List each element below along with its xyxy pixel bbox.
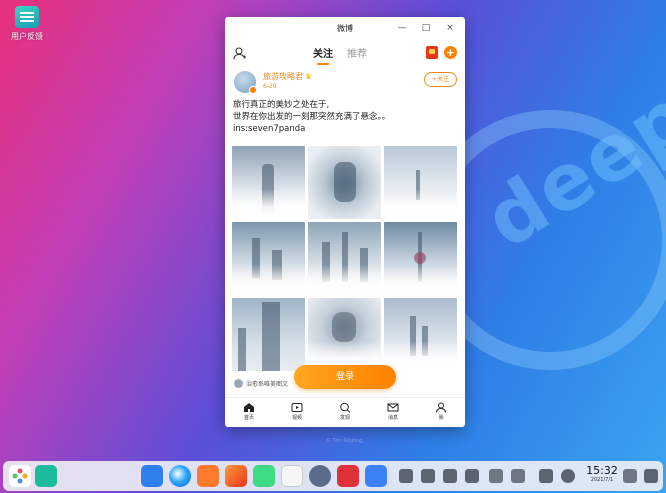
compose-plus-button[interactable]: +	[444, 46, 457, 59]
desktop-icon-label: 用户反馈	[11, 32, 43, 41]
post-photo[interactable]	[384, 298, 457, 371]
calendar-icon[interactable]	[281, 465, 303, 487]
post-photo[interactable]	[232, 298, 305, 371]
bottom-nav: 首页 视频 发现 消息 我	[225, 397, 465, 427]
trash-icon[interactable]	[623, 469, 637, 483]
post-photo[interactable]	[308, 298, 381, 371]
video-icon	[291, 403, 303, 412]
post-topic[interactable]: 治愈系唯美图文	[234, 379, 288, 388]
follow-button[interactable]: +关注	[424, 72, 457, 87]
power-icon[interactable]	[561, 469, 575, 483]
volume-icon[interactable]	[443, 469, 457, 483]
maximize-button[interactable]: □	[415, 21, 437, 35]
desktop-icon-feedback[interactable]: 用户反馈	[10, 6, 44, 42]
post-text-line: 旅行真正的美妙之处在于,	[233, 100, 330, 110]
clock[interactable]: 15:32 2021/7/1	[583, 464, 621, 484]
photo-grid	[232, 146, 459, 371]
launcher-icon[interactable]	[9, 465, 31, 487]
nav-home-label: 首页	[243, 415, 254, 421]
feedback-app-icon	[15, 6, 39, 28]
post-photo[interactable]	[232, 146, 305, 219]
nav-messages[interactable]: 消息	[369, 398, 417, 427]
post-text-line: ins:seven7panda	[233, 124, 306, 134]
post-time: 6-29	[263, 83, 277, 90]
post-photo[interactable]	[384, 222, 457, 295]
nav-discover-label: 发现	[339, 415, 350, 421]
verified-badge-icon	[249, 86, 257, 94]
clock-date: 2021/7/1	[590, 477, 614, 483]
profile-icon	[436, 402, 446, 413]
close-button[interactable]: ×	[439, 21, 461, 35]
wallpaper-caption: © Tim Ribbing	[326, 438, 363, 444]
weibo-app-icon[interactable]	[365, 465, 387, 487]
pen-icon[interactable]	[465, 469, 479, 483]
nav-profile[interactable]: 我	[417, 398, 465, 427]
search-icon	[340, 402, 351, 413]
bell-icon[interactable]	[644, 469, 658, 483]
home-icon	[244, 403, 254, 412]
post-text-line: 世界在你出发的一刻那突然充满了悬念。。	[233, 112, 391, 122]
post-text: 旅行真正的美妙之处在于, 世界在你出发的一刻那突然充满了悬念。。 ins:sev…	[225, 99, 465, 135]
weibo-window: 微博 — □ × 关注 推荐 + 旅游攻略君 ♛ 6-29 +关注 旅行真正的美妙…	[225, 17, 465, 427]
window-title: 微博	[337, 23, 353, 33]
tab-recommended[interactable]: 推荐	[347, 45, 367, 60]
top-nav: 关注 推荐 +	[225, 39, 465, 67]
post-author[interactable]: 旅游攻略君 ♛	[263, 71, 312, 82]
post-photo[interactable]	[308, 146, 381, 219]
nav-home[interactable]: 首页	[225, 398, 273, 427]
login-button[interactable]: 登录	[294, 365, 396, 389]
crown-icon: ♛	[305, 72, 313, 81]
keyboard-icon[interactable]	[399, 469, 413, 483]
nav-discover[interactable]: 发现	[321, 398, 369, 427]
settings-icon[interactable]	[309, 465, 331, 487]
chevron-right-icon[interactable]	[511, 469, 525, 483]
post-header: 旅游攻略君 ♛ 6-29 +关注	[225, 69, 465, 99]
music-icon[interactable]	[253, 465, 275, 487]
titlebar[interactable]: 微博 — □ ×	[225, 17, 465, 39]
user-icon[interactable]	[233, 46, 247, 60]
notification-panel-icon[interactable]	[539, 469, 553, 483]
post-topic-label: 治愈系唯美图文	[246, 381, 289, 388]
multitask-view-icon[interactable]	[35, 465, 57, 487]
clock-time: 15:32	[586, 464, 618, 477]
post-photo[interactable]	[232, 222, 305, 295]
minimize-button[interactable]: —	[391, 21, 413, 35]
nav-video[interactable]: 视频	[273, 398, 321, 427]
post-photo[interactable]	[384, 146, 457, 219]
terminal-icon[interactable]	[337, 465, 359, 487]
record-icon[interactable]	[489, 469, 503, 483]
image-viewer-icon[interactable]	[225, 465, 247, 487]
post-photo[interactable]	[308, 222, 381, 295]
topic-icon	[234, 379, 243, 388]
file-manager-icon[interactable]	[141, 465, 163, 487]
app-store-icon[interactable]	[197, 465, 219, 487]
hot-flag-icon[interactable]	[426, 46, 438, 59]
nav-profile-label: 我	[438, 415, 444, 421]
tab-following[interactable]: 关注	[313, 45, 333, 65]
nav-video-label: 视频	[291, 415, 302, 421]
network-icon[interactable]	[421, 469, 435, 483]
dock: 15:32 2021/7/1	[3, 461, 663, 491]
browser-icon[interactable]	[169, 465, 191, 487]
mail-icon	[387, 403, 399, 412]
nav-messages-label: 消息	[387, 415, 398, 421]
